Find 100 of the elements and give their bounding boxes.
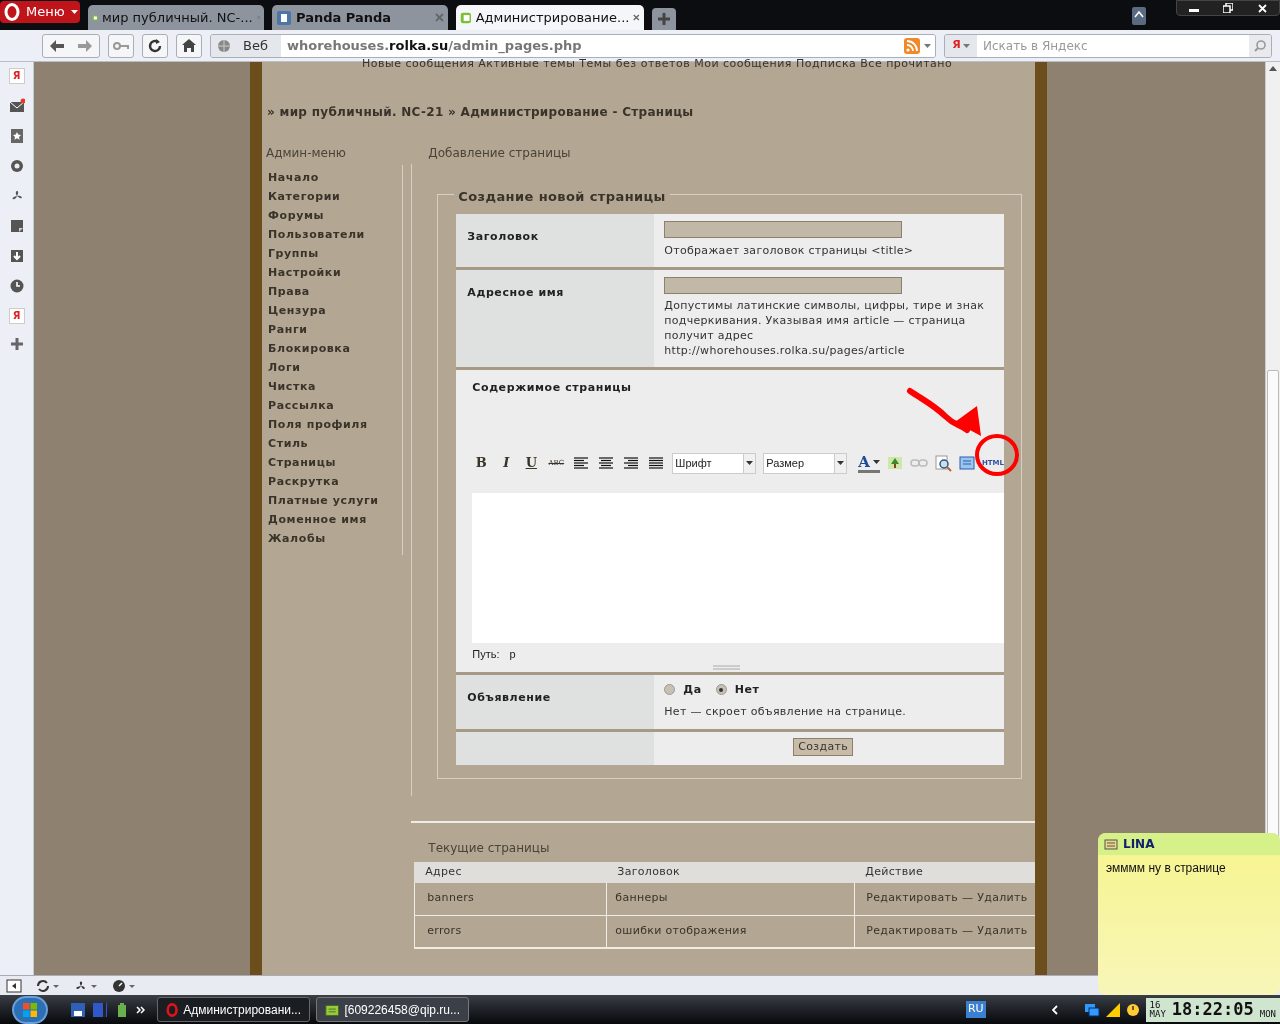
dropdown-value: Шрифт (675, 455, 713, 471)
key-button[interactable] (108, 33, 134, 58)
admin-menu-link[interactable]: Чистка (268, 378, 402, 398)
admin-menu-link[interactable]: Форумы (268, 207, 402, 227)
create-button[interactable]: Создать (793, 737, 853, 756)
table-cell: errors (414, 915, 607, 947)
path-value: p (509, 647, 516, 662)
plus-icon[interactable] (10, 338, 23, 350)
admin-menu-link[interactable]: Ранги (268, 321, 402, 341)
edit-link[interactable]: Редактировать (866, 890, 958, 907)
admin-menu-link[interactable]: Логи (268, 359, 402, 379)
caret-icon (872, 459, 880, 464)
admin-menu-link[interactable]: Права (268, 283, 402, 303)
dropdown-field[interactable]: Размер (763, 452, 848, 474)
reload-button[interactable] (142, 33, 168, 58)
clock-icon[interactable] (1125, 1002, 1140, 1017)
start-button[interactable] (12, 995, 48, 1024)
browser-tab[interactable]: Администрирование... (456, 5, 644, 30)
radio-button[interactable] (664, 684, 676, 696)
radio-button[interactable] (715, 684, 727, 696)
clock-icon[interactable] (8, 278, 25, 294)
gauge-icon[interactable] (112, 978, 136, 993)
tab-title: Администрирование... (475, 8, 630, 27)
admin-menu-link[interactable]: Пользователи (268, 226, 402, 246)
mail-icon[interactable] (8, 98, 25, 114)
admin-menu-link[interactable]: Стиль (268, 435, 402, 455)
network-icon[interactable] (1083, 1002, 1100, 1017)
back-forward-button[interactable] (42, 33, 100, 58)
admin-menu-link[interactable]: Начало (268, 169, 402, 189)
back-arrow-icon[interactable] (50, 39, 64, 52)
admin-menu-link[interactable]: Жалобы (268, 530, 402, 550)
new-tab-button[interactable] (652, 8, 676, 30)
bold-button[interactable]: B (472, 453, 491, 473)
browser-tab[interactable]: Panda Panda (272, 5, 448, 30)
admin-menu-link[interactable]: Страницы (268, 454, 402, 474)
admin-menu-link[interactable]: Рассылка (268, 397, 402, 417)
delete-link[interactable]: Удалить (977, 922, 1028, 940)
delete-link[interactable]: Удалить (977, 890, 1028, 907)
home-button[interactable] (176, 33, 202, 58)
admin-menu-link[interactable]: Категории (268, 188, 402, 208)
clock-day: 16 (1149, 1000, 1166, 1010)
dropdown-field[interactable]: Шрифт (672, 452, 757, 474)
address-input[interactable] (664, 276, 903, 294)
path-label: Путь: (472, 647, 500, 662)
o-logo-icon (4, 3, 20, 21)
sync-icon[interactable] (36, 978, 60, 993)
admin-menu-link[interactable]: Раскрутка (268, 473, 402, 493)
justify-icon[interactable] (647, 457, 666, 469)
admin-menu-link[interactable]: Поля профиля (268, 416, 402, 436)
align-left-icon[interactable] (572, 457, 591, 469)
italic-button[interactable]: I (497, 453, 516, 473)
contact-card-icon (325, 1002, 340, 1017)
resize-handle-icon[interactable] (713, 664, 741, 670)
field-label: Содержимое страницы (472, 379, 633, 396)
admin-menu-link[interactable]: Группы (268, 245, 402, 265)
menu-button[interactable]: Меню (0, 1, 80, 23)
browser-tab[interactable]: мир публичный. NC-... (88, 5, 264, 30)
admin-menu-link[interactable]: Блокировка (268, 340, 402, 360)
title-input[interactable] (664, 220, 903, 238)
panel-toggle-icon[interactable] (6, 978, 22, 993)
radio-label: Да (683, 681, 702, 698)
note-icon[interactable] (8, 218, 25, 234)
floppy-icon[interactable] (70, 1001, 86, 1018)
download-icon[interactable] (8, 248, 25, 264)
underline-button[interactable]: U (522, 453, 541, 473)
admin-menu-title: Админ-меню (266, 144, 347, 162)
align-center-icon[interactable] (597, 457, 616, 469)
chevrons-icon[interactable] (136, 1005, 145, 1014)
image-icon[interactable] (886, 455, 903, 471)
admin-menu-link[interactable]: Платные услуги (268, 492, 402, 512)
admin-menu-link[interactable]: Настройки (268, 264, 402, 284)
taskbar-window-button[interactable]: [609226458@qip.ru... (316, 997, 469, 1022)
align-right-icon[interactable] (622, 457, 641, 469)
taskbar-window-button[interactable]: Администрировани... (157, 997, 310, 1022)
forward-arrow-icon[interactable] (78, 39, 92, 52)
restore-icon[interactable] (1223, 3, 1234, 13)
signal-icon[interactable] (1105, 1002, 1120, 1017)
notification-message: эмммм ну в странице (1105, 860, 1227, 877)
window-icon[interactable] (958, 456, 975, 470)
tab-title: мир публичный. NC-... (102, 8, 253, 27)
edit-link[interactable]: Редактировать (866, 922, 958, 940)
key-icon (113, 41, 129, 50)
panel-label[interactable]: Я (8, 68, 25, 84)
panel-label[interactable]: Я (8, 308, 25, 324)
scroll-up-arrow-icon[interactable] (1269, 66, 1277, 71)
admin-menu-link[interactable]: Цензура (268, 302, 402, 322)
chevron-left-icon[interactable] (1051, 1004, 1058, 1015)
field-label: Адресное имя (467, 285, 564, 299)
column-header: Действие (864, 863, 925, 880)
section-title: Добавление страницы (428, 144, 572, 162)
text-color-button[interactable]: A (858, 453, 880, 473)
magnifier-icon[interactable] (934, 454, 952, 472)
table-cell: баннеры (606, 882, 855, 915)
language-indicator[interactable]: RU (965, 1001, 986, 1018)
column-header: Заголовок (616, 863, 681, 880)
radio-label: Нет (734, 681, 760, 698)
separator-dash: — (962, 922, 974, 939)
admin-menu-link[interactable]: Доменное имя (268, 511, 402, 531)
separator-dash: — (962, 890, 974, 907)
caret-icon (837, 461, 845, 465)
